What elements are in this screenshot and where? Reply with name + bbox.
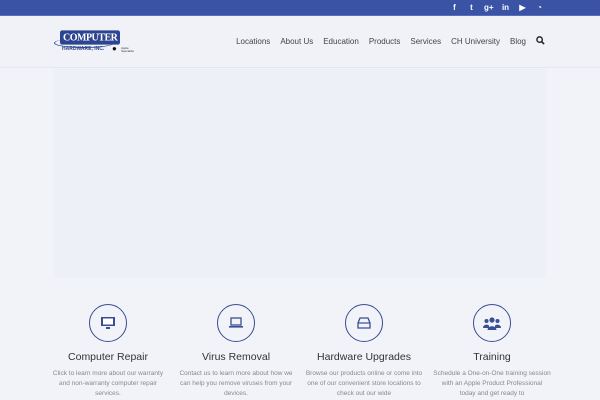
main-nav: Locations About Us Education Products Se… bbox=[236, 36, 545, 47]
laptop-icon bbox=[217, 304, 255, 342]
users-icon bbox=[473, 304, 511, 342]
hero-banner bbox=[54, 69, 546, 278]
linkedin-icon[interactable]: in bbox=[501, 2, 510, 13]
header: COMPUTER HARDWARE, INC. ● Apple Speciali… bbox=[0, 16, 600, 68]
nav-services[interactable]: Services bbox=[410, 37, 441, 46]
nav-ch-university[interactable]: CH University bbox=[451, 37, 500, 46]
feature-title: Hardware Upgrades bbox=[317, 351, 411, 363]
feature-text: Schedule a One-on-One training session w… bbox=[433, 370, 551, 397]
nav-locations[interactable]: Locations bbox=[236, 37, 270, 46]
feature-text: Browse our products online or come into … bbox=[305, 370, 423, 397]
feature-title: Computer Repair bbox=[68, 351, 148, 363]
logo-sub-text: HARDWARE, INC. bbox=[62, 46, 105, 52]
nav-products[interactable]: Products bbox=[369, 37, 401, 46]
twitter-icon[interactable]: t bbox=[467, 2, 476, 13]
feature-text: Contact us to learn more about how we ca… bbox=[179, 370, 293, 397]
logo[interactable]: COMPUTER HARDWARE, INC. ● Apple Speciali… bbox=[54, 30, 136, 56]
top-bar: f t g+ in ▶ ◔ bbox=[0, 0, 600, 16]
youtube-icon[interactable]: ▶ bbox=[518, 2, 527, 13]
social-links: f t g+ in ▶ ◔ bbox=[450, 2, 544, 13]
nav-blog[interactable]: Blog bbox=[510, 37, 526, 46]
apple-specialist-badge: Apple Specialist bbox=[121, 46, 134, 53]
google-plus-icon[interactable]: g+ bbox=[484, 2, 494, 13]
feature-text: Click to learn more about our warranty a… bbox=[52, 370, 164, 397]
monitor-icon bbox=[89, 304, 127, 342]
nav-education[interactable]: Education bbox=[323, 37, 359, 46]
feature-title: Training bbox=[473, 351, 511, 363]
apple-icon: ● bbox=[112, 44, 117, 53]
feature-hardware-upgrades[interactable]: Hardware Upgrades Browse our products on… bbox=[299, 304, 429, 399]
feature-computer-repair[interactable]: Computer Repair Click to learn more abou… bbox=[43, 304, 173, 399]
nav-about-us[interactable]: About Us bbox=[280, 37, 313, 46]
feature-virus-removal[interactable]: Virus Removal Contact us to learn more a… bbox=[171, 304, 301, 399]
facebook-icon[interactable]: f bbox=[450, 2, 459, 13]
feature-title: Virus Removal bbox=[201, 351, 271, 363]
rss-icon[interactable]: ◔ bbox=[535, 2, 544, 13]
feature-training[interactable]: Training Schedule a One-on-One training … bbox=[427, 304, 557, 399]
search-icon[interactable] bbox=[536, 36, 545, 47]
logo-main-text: COMPUTER bbox=[60, 30, 121, 45]
hard-drive-icon bbox=[345, 304, 383, 342]
